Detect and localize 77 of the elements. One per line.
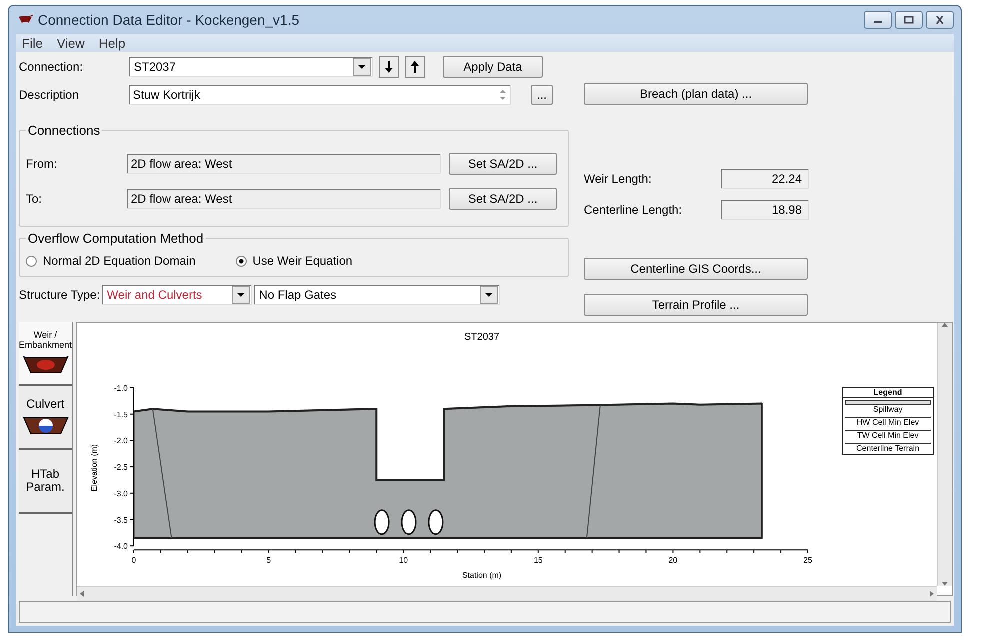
chart-title: ST2037 — [464, 332, 500, 343]
terrain-profile-button[interactable]: Terrain Profile ... — [584, 294, 808, 316]
radio-option[interactable]: Use Weir Equation — [236, 254, 353, 268]
y-tick-label: -2.5 — [114, 463, 128, 472]
apply-data-button[interactable]: Apply Data — [443, 56, 543, 78]
legend-label: Spillway — [872, 405, 904, 414]
structure-type-dropdown[interactable]: Weir and Culverts — [102, 285, 252, 305]
y-tick-label: -3.5 — [114, 516, 128, 525]
spin-icon — [500, 89, 506, 101]
legend-label: HW Cell Min Elev — [856, 418, 920, 427]
length-label: Weir Length: — [584, 172, 652, 186]
y-axis-title: Elevation (m) — [90, 444, 100, 492]
connection-label: Connection: — [19, 60, 84, 74]
menu-item[interactable]: File — [22, 36, 43, 50]
group-title: Overflow Computation Method — [27, 231, 205, 246]
culvert-openings-drawing — [374, 510, 444, 536]
breach-button[interactable]: Breach (plan data) ... — [584, 83, 808, 105]
connection-end-label: From: — [26, 157, 58, 171]
y-tick-label: -4.0 — [114, 542, 128, 552]
scroll-up-icon — [942, 323, 948, 327]
down-arrow-icon — [385, 61, 393, 73]
y-tick-label: -2.0 — [114, 436, 128, 446]
dropdown-caret-icon — [237, 293, 246, 297]
description-field[interactable]: Stuw Kortrijk — [129, 85, 511, 105]
vertical-scrollbar[interactable] — [937, 323, 952, 586]
x-tick-label: 0 — [132, 556, 136, 566]
length-label: Centerline Length: — [584, 203, 682, 217]
up-arrow-icon — [411, 61, 419, 73]
minimize-button[interactable] — [864, 11, 892, 29]
description-label: Description — [19, 88, 80, 102]
radio-option[interactable]: Normal 2D Equation Domain — [26, 254, 196, 268]
legend-title: Legend — [843, 388, 934, 398]
flow-area-field[interactable]: 2D flow area: West — [127, 189, 441, 209]
embankment-icon — [22, 354, 69, 375]
more-button[interactable]: ... — [531, 85, 553, 105]
flap-gates-dropdown[interactable]: No Flap Gates — [254, 285, 500, 305]
y-tick-label: -3.0 — [114, 489, 128, 498]
next-button[interactable] — [379, 56, 399, 78]
side-tab[interactable]: HTab Param. — [19, 450, 72, 514]
legend-label: TW Cell Min Elev — [856, 431, 920, 440]
structure-type-label: Structure Type: — [19, 288, 100, 302]
x-axis-title: Station (m) — [462, 571, 502, 580]
connection-end-label: To: — [26, 192, 44, 206]
maximize-button[interactable] — [895, 11, 923, 29]
side-tab[interactable]: Weir / Embankment — [19, 322, 72, 386]
side-tab[interactable]: Culvert — [19, 386, 72, 450]
dropdown-caret-icon — [485, 293, 494, 297]
flow-area-field[interactable]: 2D flow area: West — [127, 154, 441, 174]
connection-dropdown[interactable]: ST2037 — [129, 57, 373, 77]
set-sa-2d-button[interactable]: Set SA/2D ... — [449, 153, 557, 175]
scroll-left-icon — [80, 591, 84, 597]
menu-item[interactable]: Help — [98, 36, 126, 50]
culvert-icon — [22, 416, 69, 436]
length-value: 18.98 — [721, 200, 809, 220]
length-value: 22.24 — [721, 169, 809, 189]
horizontal-scrollbar[interactable] — [77, 586, 938, 601]
legend-label: Centerline Terrain — [856, 444, 921, 453]
window-title: Connection Data Editor - Kockengen_v1.5 — [38, 12, 300, 28]
scroll-down-icon — [942, 582, 948, 586]
previous-button[interactable] — [405, 56, 425, 78]
dropdown-caret-icon — [358, 65, 366, 69]
app-icon — [18, 15, 34, 25]
scroll-right-icon — [930, 591, 934, 597]
menu-item[interactable]: View — [56, 36, 85, 50]
x-tick-label: 5 — [266, 556, 272, 566]
x-tick-label: 25 — [804, 556, 812, 566]
y-tick-label: -1.5 — [114, 410, 128, 420]
group-title: Connections — [27, 123, 102, 138]
x-tick-label: 20 — [668, 556, 678, 566]
close-button[interactable] — [926, 11, 954, 29]
y-tick-label: -1.0 — [114, 384, 128, 393]
close-icon — [935, 16, 945, 24]
x-tick-label: 10 — [399, 556, 408, 566]
x-tick-label: 15 — [534, 556, 543, 566]
maximize-icon — [904, 16, 914, 24]
set-sa-2d-button[interactable]: Set SA/2D ... — [449, 188, 557, 210]
centerline-gis-button[interactable]: Centerline GIS Coords... — [584, 258, 808, 280]
